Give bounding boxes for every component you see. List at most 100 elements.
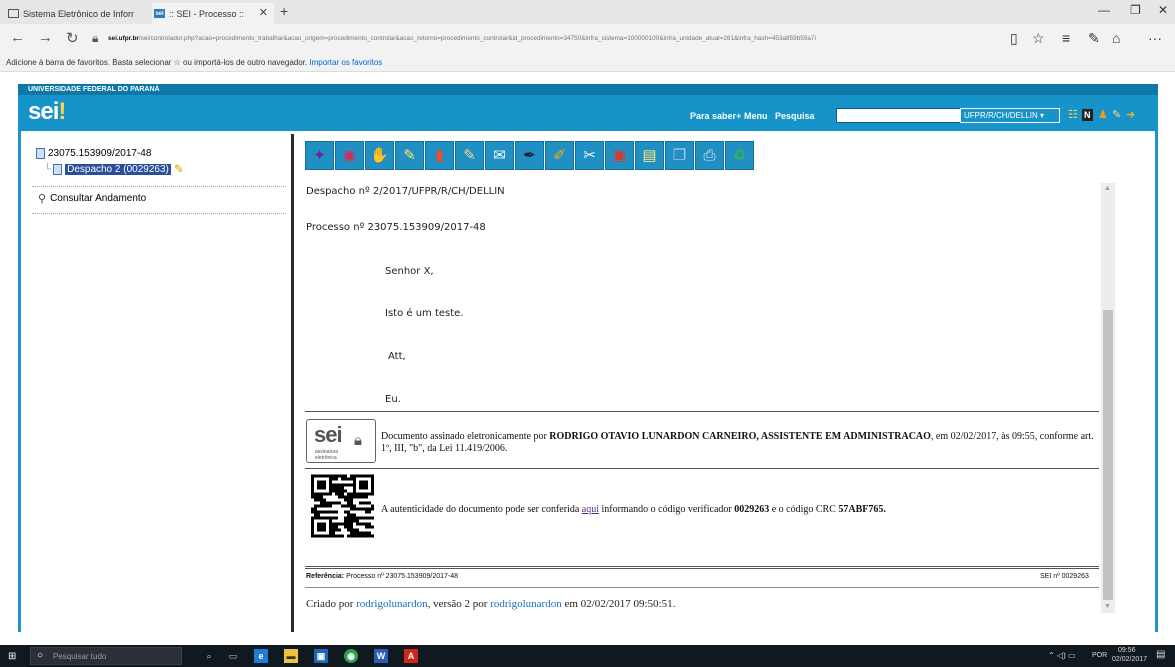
tree-divider [32,213,286,214]
windows-taskbar: ⊞ ○ Pesquisar tudo ⌕ ▭ e ▬ ▣ ◉ W A ⌃ ◁) … [0,645,1175,667]
clock-date[interactable]: 02/02/2017 [1112,656,1147,663]
pesquisa-link[interactable]: Pesquisa [775,111,815,121]
toolbar-button-new-doc[interactable]: ▤ [635,141,664,170]
search-input[interactable] [836,108,974,123]
body-text: Isto é um teste. [385,308,464,319]
document-icon [53,163,63,175]
web-note-icon[interactable]: ✎ [1088,30,1100,47]
maximize-button[interactable]: ❐ [1130,3,1141,17]
signature-badge: sei 🔒︎ assinatura eletrônica [306,419,376,463]
creator-link[interactable]: rodrigolunardon [356,598,427,610]
address-bar: ← → ↻ 🔒︎ sei.ufpr.br/sei/controlador.php… [0,24,1175,54]
lock-icon: 🔒︎ [92,31,99,45]
sign-pen-icon: ✒ [523,147,536,164]
qr-code-icon [311,474,374,538]
notification-icon[interactable]: ▤ [1156,649,1165,660]
editor-link[interactable]: rodrigolunardon [490,598,561,610]
aqui-link[interactable]: aqui [582,504,599,515]
exit-icon[interactable]: ➜ [1126,109,1135,121]
tree-process-node[interactable]: 23075.153909/2017-48 [36,148,151,159]
store-app-icon[interactable]: ▣ [314,649,328,663]
author: Eu. [385,394,401,405]
language-indicator[interactable]: POR [1092,652,1107,659]
toolbar-button-print[interactable]: ⎙ [695,141,724,170]
news-icon[interactable]: N [1082,109,1093,121]
toolbar-button-copy[interactable]: ❐ [665,141,694,170]
edge-app-icon[interactable]: e [254,649,268,663]
document-viewer [305,183,1117,613]
tab-sistema-eletronico[interactable]: Sistema Eletrônico de Inforr [6,3,150,24]
creation-info: Criado por rodrigolunardon, versão 2 por… [306,598,675,610]
new-tab-button[interactable]: + [280,3,288,19]
forward-arrow-icon[interactable]: → [38,29,53,46]
pdf-app-icon[interactable]: A [404,649,418,663]
para-saber-link[interactable]: Para saber+ [690,111,741,121]
page-icon [8,9,19,18]
microphone-icon[interactable]: ⌕ [202,649,216,663]
chrome-app-icon[interactable]: ◉ [344,649,358,663]
toolbar-button-thumbs[interactable]: ✋ [365,141,394,170]
closing: Att, [388,351,406,362]
close-tab-icon[interactable]: ✕ [259,6,268,19]
user-icon[interactable]: ♟ [1098,109,1108,121]
sei-header: UNIVERSIDADE FEDERAL DO PARANÁ sei! Para… [18,84,1158,131]
unit-select[interactable]: UFPR/R/CH/DELLIN ▾ [960,108,1060,123]
toolbar-button-sign-pen[interactable]: ✒ [515,141,544,170]
grid-icon[interactable]: ☷ [1068,109,1078,121]
toolbar-button-email[interactable]: ✉ [485,141,514,170]
package-icon: ▣ [612,147,627,164]
more-icon[interactable]: ··· [1148,30,1162,46]
reading-view-icon[interactable]: ▯ [1010,30,1018,47]
favorite-star-icon[interactable]: ☆ [1032,30,1045,47]
clock-time[interactable]: 09:56 [1118,647,1136,654]
crc-code: 57ABF765. [838,504,886,515]
thumbs-icon: ✋ [370,147,389,164]
toolbar-button-people[interactable]: ✦ [305,141,334,170]
import-favorites-link[interactable]: Importar os favoritos [309,58,382,67]
email-icon: ✉ [493,147,506,164]
word-app-icon[interactable]: W [374,649,388,663]
hub-icon[interactable]: ≡ [1062,30,1070,46]
toolbar-button-book[interactable]: ▮ [425,141,454,170]
toolbar-button-eye[interactable]: ◉ [335,141,364,170]
file-explorer-icon[interactable]: ▬ [284,649,298,663]
menu-link[interactable]: Menu [744,111,768,121]
authenticity-text: A autenticidade do documento pode ser co… [381,504,886,516]
toolbar-button-pencil-doc[interactable]: ✎ [395,141,424,170]
url-path: /sei/controlador.php?acao=procedimento_t… [138,35,816,42]
taskbar-search-box[interactable]: ○ Pesquisar tudo [30,647,182,665]
back-arrow-icon[interactable]: ← [10,29,25,46]
share-icon[interactable]: ⌂ [1112,30,1120,46]
toolbar-button-cut[interactable]: ✂ [575,141,604,170]
toolbar-button-trash[interactable]: ♻ [725,141,754,170]
toolbar-button-package[interactable]: ▣ [605,141,634,170]
edit-pencil-icon[interactable]: ✎ [174,162,184,176]
divider [305,468,1099,469]
refresh-icon[interactable]: ↻ [66,29,79,47]
consultar-andamento-link[interactable]: ⚲ Consultar Andamento [38,192,146,205]
magnifier-icon: ⚲ [38,193,47,205]
tools-icon[interactable]: ✎ [1112,109,1121,121]
close-window-button[interactable]: ✕ [1158,3,1168,17]
favorites-hint: Adicione à barra de favoritos. Basta sel… [6,58,308,67]
toolbar-button-edit-doc[interactable]: ✎ [455,141,484,170]
sei-logo[interactable]: sei! [28,98,66,126]
scroll-down-arrow-icon[interactable]: ▼ [1104,603,1111,610]
auth-prefix: A autenticidade do documento pode ser co… [381,504,580,515]
pane-splitter[interactable] [291,134,294,632]
signer-name: RODRIGO OTAVIO LUNARDON CARNEIRO, ASSIST… [549,431,931,442]
toolbar-button-ruler[interactable]: ✐ [545,141,574,170]
task-view-icon[interactable]: ▭ [226,649,240,663]
scrollbar-thumb[interactable] [1103,310,1113,600]
minimize-button[interactable]: — [1098,3,1110,17]
tab-sei-processo[interactable]: sei :: SEI - Processo :: ✕ [152,3,274,24]
scroll-up-arrow-icon[interactable]: ▲ [1104,185,1111,192]
tree-divider [32,186,286,187]
document-title: Despacho nº 2/2017/UFPR/R/CH/DELLIN [306,186,505,197]
tray-icons[interactable]: ⌃ ◁) ▭ [1048,651,1076,660]
auth-crc-text: e o código CRC [771,504,836,515]
windows-start-icon[interactable]: ⊞ [8,651,16,662]
url-field[interactable]: sei.ufpr.br/sei/controlador.php?acao=pro… [108,32,988,46]
logo-mark: ! [58,98,66,125]
tree-document-node[interactable]: └ Despacho 2 (0029263) ✎ [44,162,184,176]
